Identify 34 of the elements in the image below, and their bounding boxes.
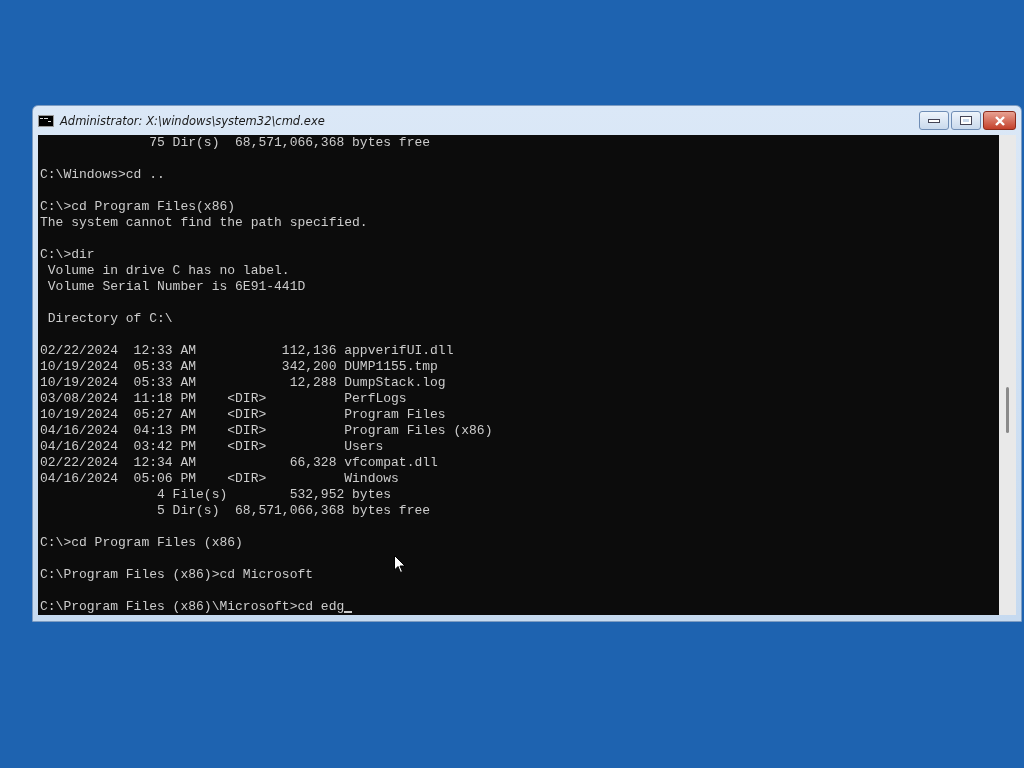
console-line: Volume Serial Number is 6E91-441D <box>46 279 306 295</box>
close-icon <box>993 115 1006 126</box>
console-line: C:\Program Files (x86)\Microsoft>cd edg <box>40 599 345 615</box>
scrollbar[interactable] <box>999 135 1016 615</box>
scroll-thumb[interactable] <box>1006 387 1009 433</box>
console-line: 02/22/2024 12:34 AM 66,328 vfcompat.dll <box>40 455 438 471</box>
console-app-icon <box>38 114 54 127</box>
minimize-button[interactable] <box>919 111 949 130</box>
console-line: 10/19/2024 05:33 AM 12,288 DumpStack.log <box>40 375 446 391</box>
console-line: 75 Dir(s) 68,571,066,368 bytes free <box>148 135 431 151</box>
console-line: C:\>cd Program Files(x86) <box>40 199 236 215</box>
maximize-icon <box>960 116 972 125</box>
console-line: C:\Windows>cd .. <box>40 167 165 183</box>
window-title: Administrator: X:\windows\system32\cmd.exe <box>60 113 325 128</box>
console-line: 02/22/2024 12:33 AM 112,136 appverifUI.dll <box>40 343 454 359</box>
console-line: 03/08/2024 11:18 PM <DIR> PerfLogs <box>40 391 407 407</box>
console-line: C:\>cd Program Files (x86) <box>40 535 243 551</box>
close-button[interactable] <box>983 111 1016 130</box>
console-line: 04/16/2024 03:42 PM <DIR> Users <box>40 439 384 455</box>
minimize-icon <box>928 118 940 123</box>
console-line: The system cannot find the path specified. <box>40 215 368 231</box>
console-line: 5 Dir(s) 68,571,066,368 bytes free <box>156 503 431 519</box>
mouse-pointer-icon <box>394 555 406 574</box>
console-line: 10/19/2024 05:27 AM <DIR> Program Files <box>40 407 446 423</box>
console-line: C:\Program Files (x86)>cd Microsoft <box>40 567 314 583</box>
console-line: Volume in drive C has no label. <box>46 263 290 279</box>
console-line: 4 File(s) 532,952 bytes <box>156 487 392 503</box>
console-line: 10/19/2024 05:33 AM 342,200 DUMP1155.tmp <box>40 359 438 375</box>
console-line: 04/16/2024 04:13 PM <DIR> Program Files (x86) <box>40 423 493 439</box>
maximize-button[interactable] <box>951 111 981 130</box>
text-cursor <box>344 611 353 613</box>
console-line: C:\>dir <box>40 247 95 263</box>
console-line: 04/16/2024 05:06 PM <DIR> Windows <box>40 471 399 487</box>
console-line: Directory of C:\ <box>46 311 173 327</box>
